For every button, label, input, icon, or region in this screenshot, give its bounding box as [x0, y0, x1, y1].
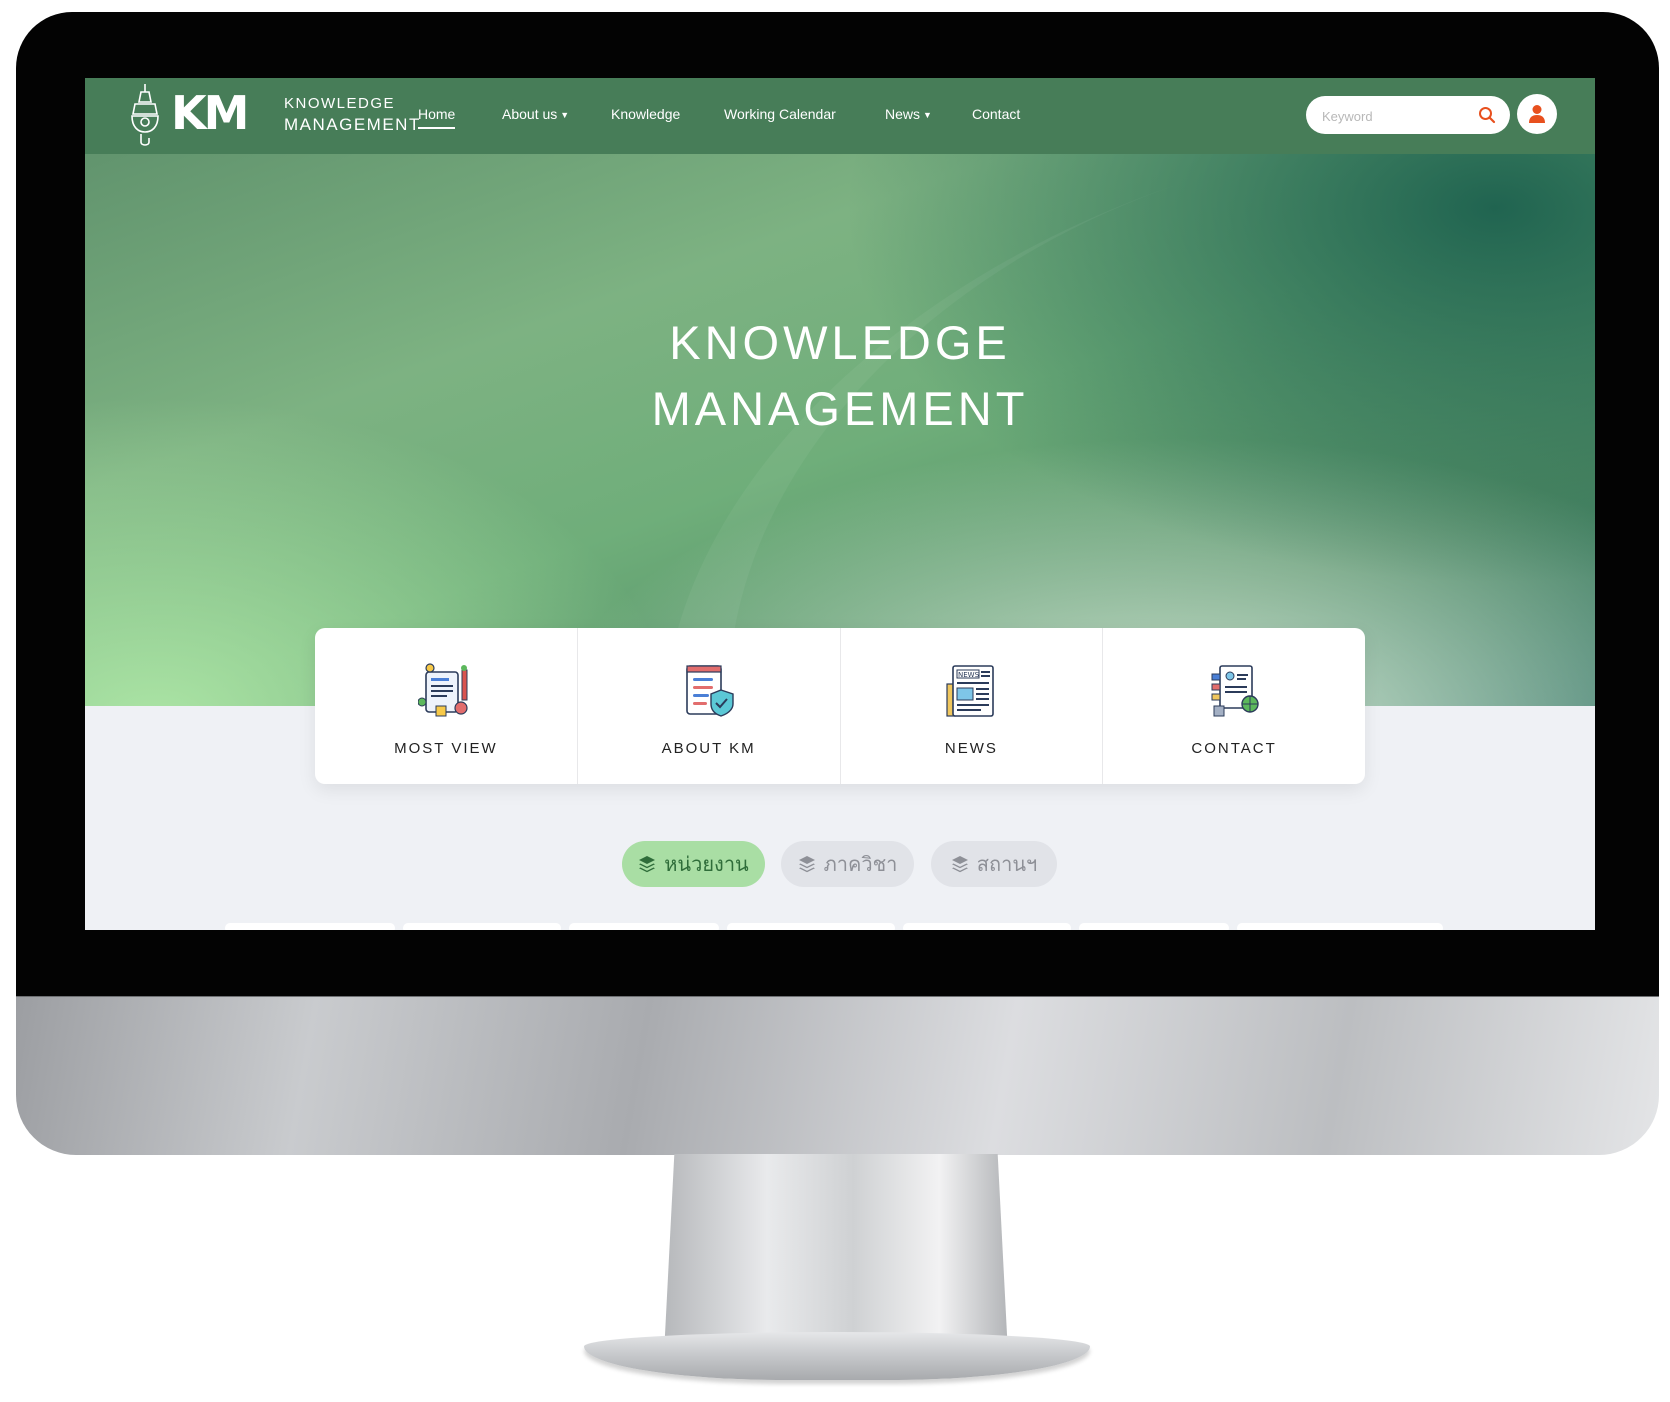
nav-knowledge[interactable]: Knowledge	[611, 106, 680, 122]
content-card-peek	[403, 923, 561, 930]
search-icon[interactable]	[1478, 106, 1496, 124]
navbar: KM KNOWLEDGE MANAGEMENT Home About us ▼ K…	[85, 78, 1595, 154]
university-emblem-icon	[131, 84, 159, 146]
card-most-view[interactable]: MOST VIEW	[315, 628, 578, 784]
content-cards-peek	[225, 923, 1465, 930]
logo-km-mark: KM	[171, 86, 249, 140]
user-account-button[interactable]	[1517, 94, 1557, 134]
content-card-peek	[903, 923, 1071, 930]
card-news[interactable]: NEWS NEWS	[841, 628, 1104, 784]
card-label: NEWS	[944, 740, 998, 757]
logo-text-line2: MANAGEMENT	[284, 115, 421, 134]
card-label: ABOUT KM	[661, 740, 756, 757]
hero-title-line2: MANAGEMENT	[651, 382, 1029, 435]
content-card-peek	[1079, 923, 1229, 930]
filter-unit[interactable]: หน่วยงาน	[622, 841, 765, 887]
most-view-icon	[417, 663, 468, 717]
filter-label: ภาควิชา	[823, 854, 898, 876]
chevron-down-icon: ▼	[560, 110, 570, 120]
card-label: MOST VIEW	[394, 740, 498, 757]
nav-home[interactable]: Home	[418, 106, 456, 129]
filter-label: หน่วยงาน	[664, 854, 749, 876]
logo-text-line1: KNOWLEDGE	[284, 95, 396, 112]
filter-department[interactable]: ภาควิชา	[781, 841, 914, 887]
hero-title: KNOWLEDGE MANAGEMENT	[85, 310, 1595, 442]
content-card-peek	[1237, 923, 1443, 930]
search-box	[1306, 96, 1510, 134]
nav-news[interactable]: News ▼	[885, 106, 932, 122]
monitor-screen: KM KNOWLEDGE MANAGEMENT Home About us ▼ K…	[85, 78, 1595, 930]
layers-icon	[639, 856, 656, 873]
card-contact[interactable]: CONTACT	[1103, 628, 1365, 784]
site-logo[interactable]: KM KNOWLEDGE MANAGEMENT	[127, 82, 419, 150]
filter-label: สถานฯ	[976, 854, 1038, 876]
card-about-km[interactable]: ABOUT KM	[578, 628, 841, 784]
layers-icon	[951, 856, 968, 873]
filter-institute[interactable]: สถานฯ	[931, 841, 1057, 887]
content-card-peek	[225, 923, 395, 930]
monitor-chin	[16, 996, 1659, 1155]
news-icon: NEWS	[946, 665, 995, 717]
user-icon	[1529, 105, 1545, 123]
quick-links-panel: MOST VIEW ABOUT KM NEWS NEWS CONTACT	[315, 628, 1365, 784]
hero-decoration	[539, 78, 1595, 930]
layers-icon	[798, 856, 815, 873]
about-km-icon	[685, 665, 734, 717]
news-icon-text: NEWS	[958, 671, 980, 679]
nav-contact[interactable]: Contact	[972, 106, 1020, 122]
nav-about-us[interactable]: About us ▼	[502, 106, 569, 122]
hero-title-line1: KNOWLEDGE	[669, 316, 1011, 369]
card-label: CONTACT	[1191, 740, 1277, 757]
content-card-peek	[727, 923, 895, 930]
nav-working-calendar[interactable]: Working Calendar	[724, 106, 836, 122]
chevron-down-icon: ▼	[923, 110, 932, 120]
contact-icon	[1211, 665, 1259, 717]
monitor-base	[584, 1332, 1090, 1380]
content-card-peek	[569, 923, 719, 930]
search-input[interactable]	[1320, 105, 1474, 127]
monitor-stand	[664, 1154, 1008, 1354]
